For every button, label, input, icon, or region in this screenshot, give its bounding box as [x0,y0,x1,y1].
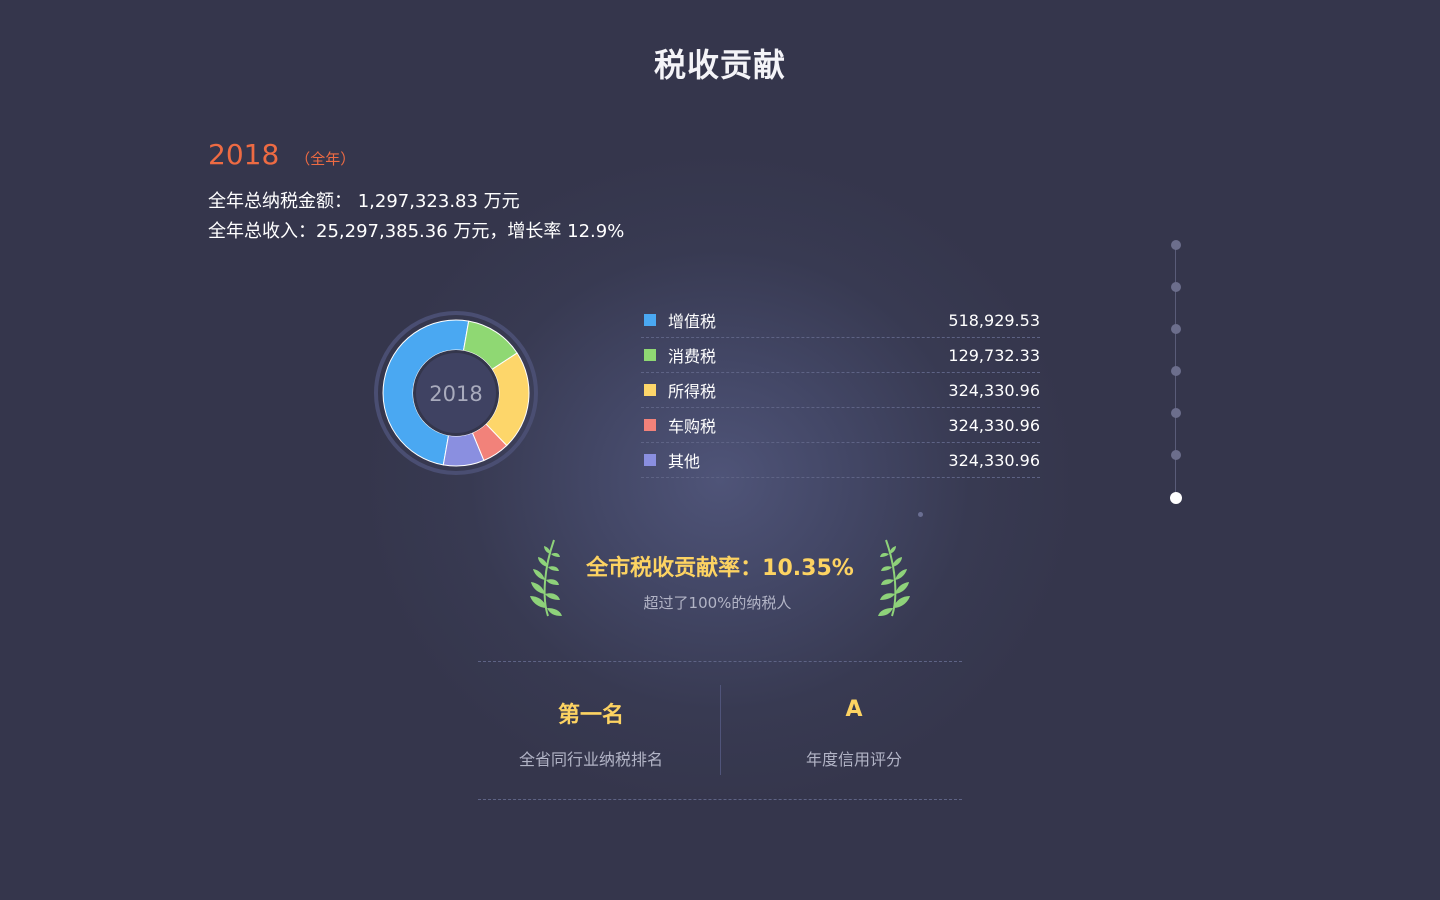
legend-swatch [644,454,656,466]
legend-value: 324,330.96 [948,415,1040,435]
legend-swatch [644,349,656,361]
year-heading: 2018 （全年） [208,138,355,171]
legend-value: 518,929.53 [948,310,1040,330]
page-nav-dot[interactable] [1171,282,1181,292]
industry-ranking-label: 全省同行业纳税排名 [518,750,663,769]
credit-rating-value: A [845,697,863,722]
legend-row: 其他 324,330.96 [641,443,1040,478]
stats-divider-top [478,661,962,662]
page-nav-dot[interactable] [1171,366,1181,376]
page-nav-dot[interactable] [1171,240,1181,250]
page-nav-dot[interactable] [1171,450,1181,460]
legend-row: 车购税 324,330.96 [641,408,1040,443]
donut-chart: 2018 [374,311,538,475]
stats-divider-bottom [478,799,962,800]
legend-row: 增值税 518,929.53 [641,303,1040,338]
credit-rating-label: 年度信用评分 [805,750,902,769]
legend-swatch [644,419,656,431]
page-nav-dots [1165,234,1187,514]
year-label: 2018 [208,138,280,171]
legend-row: 消费税 129,732.33 [641,338,1040,373]
decor-dot [918,512,923,517]
legend-label: 其他 [668,452,701,471]
laurel-right-icon [878,539,910,617]
contribution-rate-title: 全市税收贡献率：10.35% [586,556,854,581]
page-title: 税收贡献 [653,46,786,84]
stats-column-separator [720,685,721,775]
donut-center-label: 2018 [429,382,482,406]
industry-ranking-value: 第一名 [557,703,624,728]
legend-value: 324,330.96 [948,450,1040,470]
legend-label: 所得税 [668,382,717,401]
legend-swatch [644,384,656,396]
legend-label: 增值税 [668,312,717,331]
total-income-line: 全年总收入：25,297,385.36 万元，增长率 12.9% [208,221,625,242]
page-nav-dot[interactable] [1171,408,1181,418]
tax-legend: 增值税 518,929.53 消费税 129,732.33 所得税 324,330.96 车… [641,303,1040,478]
year-note: （全年） [295,150,356,168]
page-nav-dot[interactable] [1171,324,1181,334]
legend-label: 消费税 [668,347,717,366]
legend-row: 所得税 324,330.96 [641,373,1040,408]
legend-value: 324,330.96 [948,380,1040,400]
legend-swatch [644,314,656,326]
page-nav-dot-active[interactable] [1170,492,1182,504]
total-tax-line: 全年总纳税金额： 1,297,323.83 万元 [208,191,520,212]
legend-label: 车购税 [668,417,717,436]
contribution-rate-subtitle: 超过了100%的纳税人 [643,594,792,612]
legend-value: 129,732.33 [948,345,1040,365]
